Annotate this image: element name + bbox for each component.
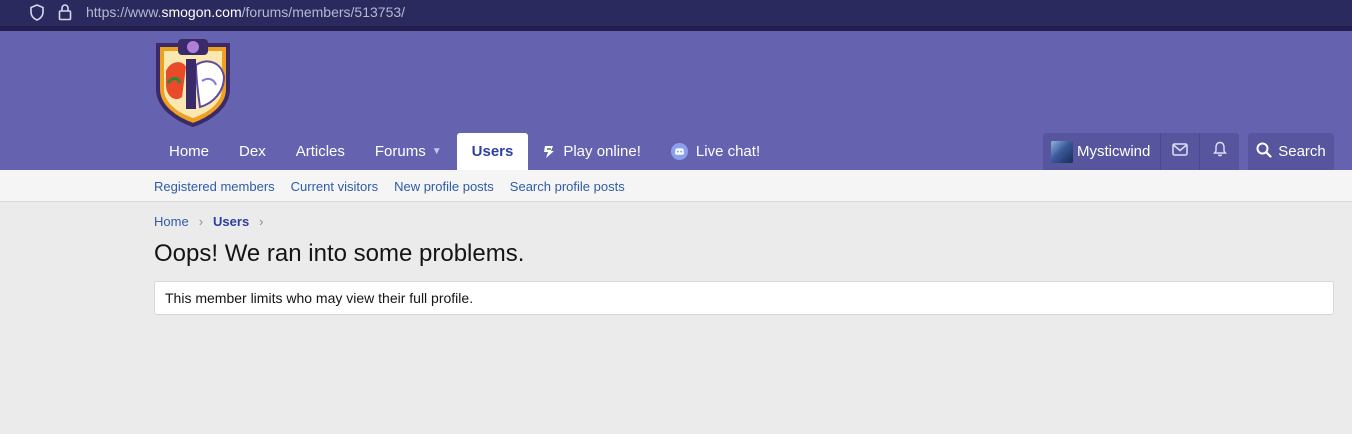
- subnav-registered-members[interactable]: Registered members: [154, 179, 275, 194]
- browser-url-bar[interactable]: https://www.smogon.com/forums/members/51…: [0, 0, 1352, 26]
- account-group: Mysticwind: [1043, 133, 1240, 170]
- search-label: Search: [1278, 143, 1326, 160]
- username: Mysticwind: [1077, 143, 1151, 160]
- nav-home-label: Home: [169, 143, 210, 160]
- breadcrumb-home[interactable]: Home: [154, 214, 189, 229]
- search-button[interactable]: Search: [1248, 133, 1334, 170]
- nav-dex-label: Dex: [239, 143, 266, 160]
- nav-forums-label: Forums: [374, 143, 426, 160]
- nav-dex[interactable]: Dex: [224, 133, 281, 170]
- account-menu[interactable]: Mysticwind: [1043, 133, 1162, 170]
- nav-forums[interactable]: Forums ▼: [360, 133, 457, 170]
- subnav-search-profile-posts[interactable]: Search profile posts: [510, 179, 625, 194]
- nav-users[interactable]: Users: [456, 133, 529, 170]
- nav-play-online-label: Play online!: [563, 143, 641, 160]
- mail-icon: [1172, 142, 1189, 161]
- site-logo[interactable]: [152, 37, 234, 128]
- nav-live-chat[interactable]: Live chat!: [656, 133, 775, 170]
- lock-icon[interactable]: [58, 3, 72, 26]
- subnav-new-profile-posts[interactable]: New profile posts: [394, 179, 494, 194]
- subnav-current-visitors[interactable]: Current visitors: [291, 179, 378, 194]
- sub-nav: Registered members Current visitors New …: [0, 170, 1352, 202]
- nav-play-online[interactable]: Play online!: [528, 133, 656, 170]
- bell-icon: [1212, 141, 1227, 162]
- nav-home[interactable]: Home: [154, 133, 224, 170]
- nav-articles[interactable]: Articles: [281, 133, 360, 170]
- alerts-button[interactable]: [1200, 133, 1239, 170]
- avatar: [1051, 140, 1073, 163]
- main-nav: Home Dex Articles Forums ▼ Users Play onl…: [154, 133, 775, 170]
- error-message-box: This member limits who may view their fu…: [154, 281, 1334, 315]
- search-icon: [1256, 142, 1278, 162]
- discord-icon: [670, 143, 688, 160]
- chevron-right-icon: ›: [198, 214, 204, 229]
- showdown-icon: [543, 145, 555, 159]
- error-message: This member limits who may view their fu…: [165, 290, 474, 306]
- caret-down-icon[interactable]: ▼: [432, 146, 442, 157]
- url-text[interactable]: https://www.smogon.com/forums/members/51…: [86, 4, 405, 20]
- breadcrumb-users[interactable]: Users: [213, 214, 249, 229]
- site-header: Home Dex Articles Forums ▼ Users Play onl…: [0, 31, 1352, 170]
- inbox-button[interactable]: [1161, 133, 1201, 170]
- chevron-right-icon: ›: [259, 214, 264, 229]
- nav-articles-label: Articles: [295, 143, 345, 160]
- nav-users-label: Users: [471, 143, 514, 160]
- nav-live-chat-label: Live chat!: [695, 143, 761, 160]
- breadcrumb: Home › Users ›: [154, 214, 274, 229]
- page-title: Oops! We ran into some problems.: [154, 240, 525, 267]
- shield-icon[interactable]: [30, 4, 44, 26]
